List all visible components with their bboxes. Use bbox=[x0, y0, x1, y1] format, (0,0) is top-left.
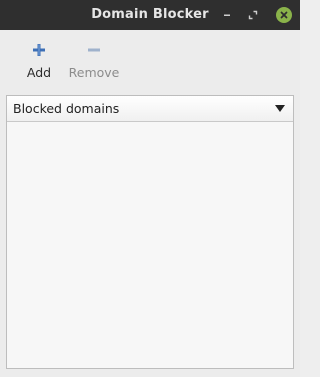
toolbar: Add Remove bbox=[0, 30, 300, 92]
maximize-button[interactable] bbox=[243, 5, 263, 25]
minus-icon bbox=[86, 42, 102, 58]
remove-button[interactable]: Remove bbox=[66, 42, 122, 80]
add-label: Add bbox=[26, 65, 52, 80]
list-body[interactable] bbox=[7, 122, 293, 368]
sort-descending-icon bbox=[275, 105, 285, 112]
column-header-blocked-domains[interactable]: Blocked domains bbox=[7, 96, 293, 122]
blocked-domains-list[interactable]: Blocked domains bbox=[6, 95, 294, 369]
domain-blocker-window: Domain Blocker Add Remove Blocked domain… bbox=[0, 0, 300, 377]
close-icon bbox=[276, 7, 292, 23]
minimize-button[interactable] bbox=[217, 5, 237, 25]
plus-icon bbox=[31, 42, 47, 58]
titlebar[interactable]: Domain Blocker bbox=[0, 0, 300, 30]
add-button[interactable]: Add bbox=[24, 42, 54, 80]
maximize-icon bbox=[248, 10, 258, 20]
minimize-icon bbox=[224, 14, 230, 16]
close-button[interactable] bbox=[274, 5, 294, 25]
remove-label: Remove bbox=[68, 65, 120, 80]
column-header-label: Blocked domains bbox=[13, 101, 120, 116]
